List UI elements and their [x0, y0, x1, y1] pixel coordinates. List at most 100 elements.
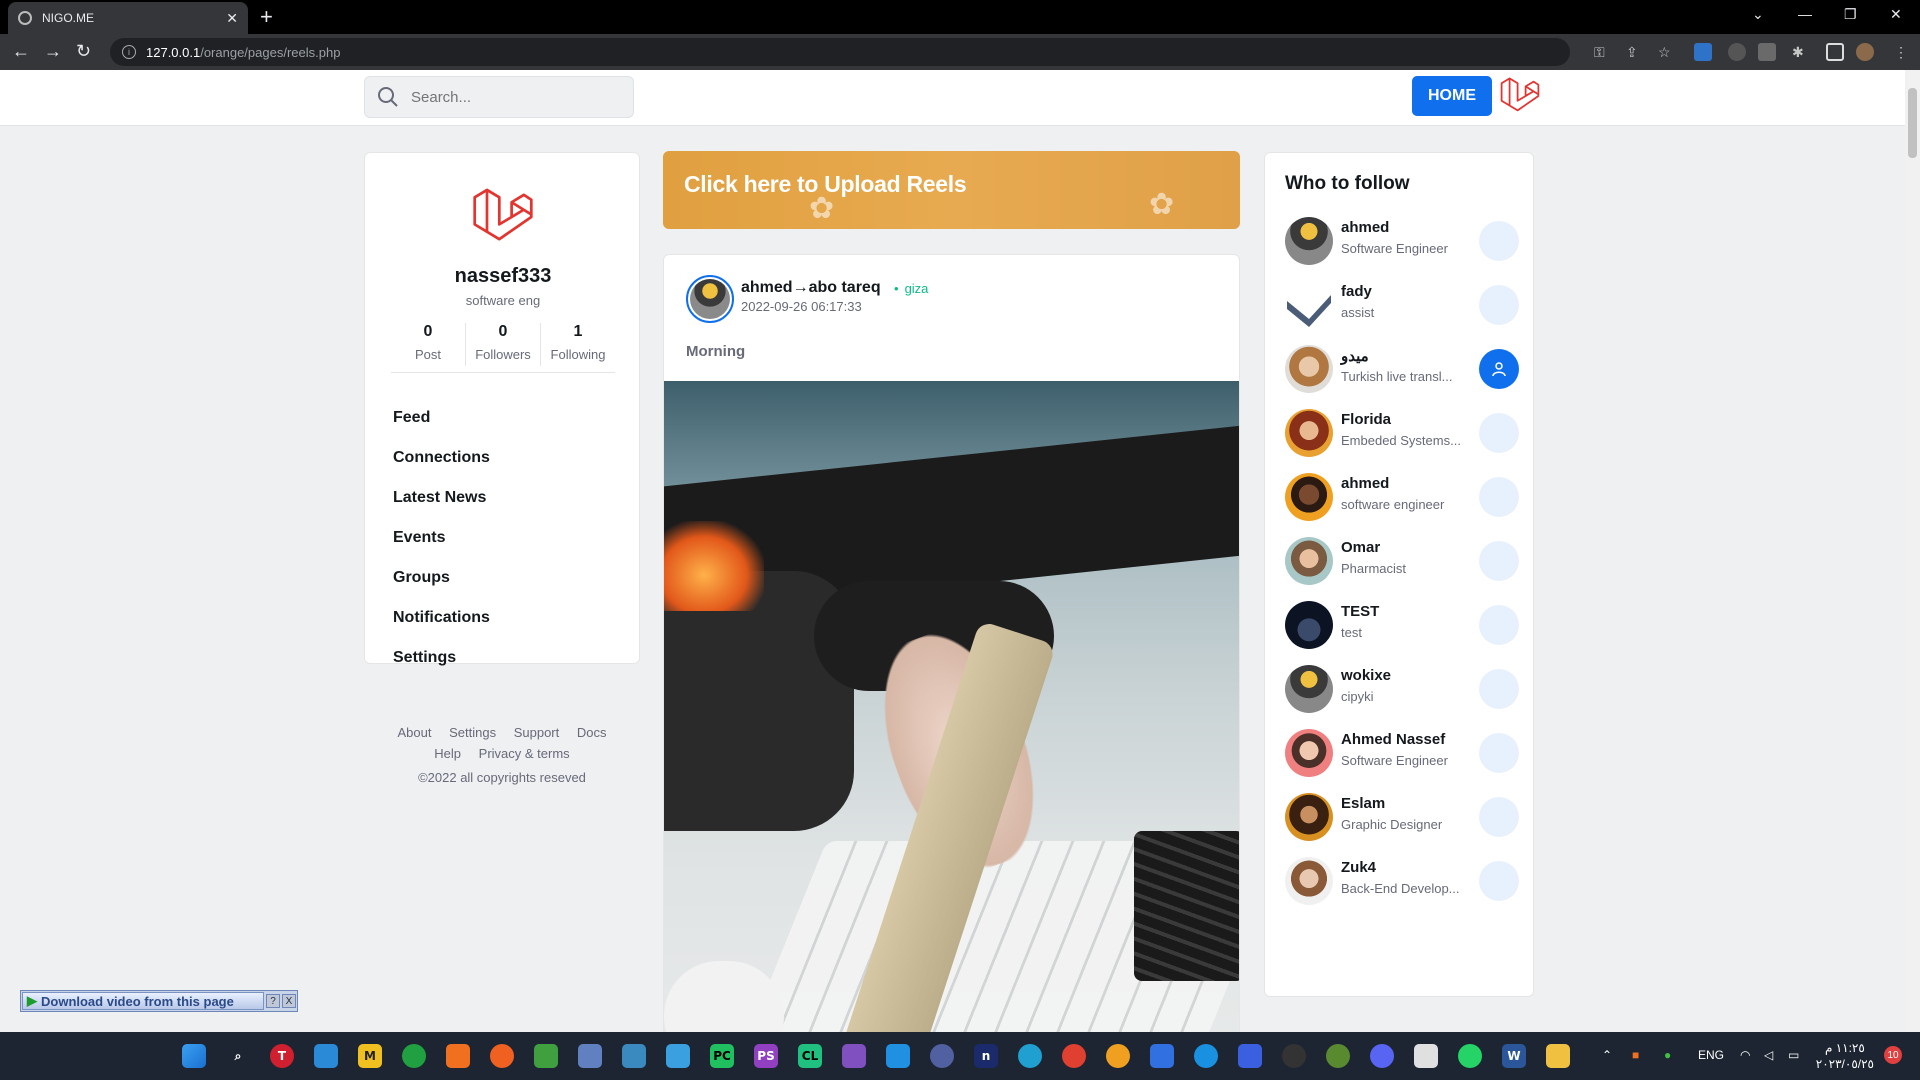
forward-icon[interactable]: →: [44, 41, 62, 62]
chrome-icon[interactable]: [1062, 1044, 1086, 1068]
follow-button[interactable]: [1479, 541, 1519, 581]
minimize-icon[interactable]: —: [1798, 6, 1812, 22]
visual-studio-icon[interactable]: [842, 1044, 866, 1068]
follow-name[interactable]: Omar: [1341, 539, 1380, 556]
clion-icon[interactable]: CL: [798, 1044, 822, 1068]
sidebar-item-feed[interactable]: Feed: [393, 408, 490, 448]
avatar[interactable]: [1285, 537, 1333, 585]
follow-button[interactable]: [1479, 733, 1519, 773]
taskbar-clock[interactable]: ١١:٢٥ م ٢٠٢٣/٠٥/٢٥: [1816, 1040, 1874, 1072]
footer-link-privacy[interactable]: Privacy & terms: [479, 746, 570, 761]
app-icon[interactable]: [1282, 1044, 1306, 1068]
follow-button[interactable]: [1479, 413, 1519, 453]
home-button[interactable]: HOME: [1412, 76, 1492, 116]
tray-icon[interactable]: ●: [1664, 1048, 1671, 1062]
omnibox[interactable]: i 127.0.0.1/orange/pages/reels.php: [110, 38, 1570, 66]
wifi-icon[interactable]: ◠: [1740, 1048, 1750, 1062]
footer-link-about[interactable]: About: [397, 725, 431, 740]
reload-icon[interactable]: ↻: [76, 41, 91, 62]
app-icon[interactable]: [1106, 1044, 1130, 1068]
app-icon[interactable]: [1414, 1044, 1438, 1068]
pycharm-icon[interactable]: PC: [710, 1044, 734, 1068]
following-button[interactable]: [1479, 349, 1519, 389]
follow-name[interactable]: ahmed: [1341, 475, 1389, 492]
follow-name[interactable]: TEST: [1341, 603, 1379, 620]
app-icon[interactable]: [314, 1044, 338, 1068]
follow-name[interactable]: ميدو: [1341, 347, 1369, 365]
extension-icon[interactable]: [1758, 43, 1776, 61]
follow-button[interactable]: [1479, 669, 1519, 709]
app-icon[interactable]: [1326, 1044, 1350, 1068]
follow-name[interactable]: Zuk4: [1341, 859, 1376, 876]
app-icon[interactable]: [1150, 1044, 1174, 1068]
sidebar-item-connections[interactable]: Connections: [393, 448, 490, 488]
app-icon[interactable]: [534, 1044, 558, 1068]
app-icon[interactable]: [402, 1044, 426, 1068]
volume-icon[interactable]: ◁: [1764, 1048, 1773, 1062]
key-icon[interactable]: ⚿: [1594, 44, 1605, 61]
restore-icon[interactable]: ❐: [1844, 6, 1857, 23]
site-info-icon[interactable]: i: [122, 45, 136, 59]
footer-link-help[interactable]: Help: [434, 746, 461, 761]
avatar[interactable]: [686, 275, 734, 323]
whatsapp-icon[interactable]: [1458, 1044, 1482, 1068]
window-close-icon[interactable]: ✕: [1890, 6, 1902, 23]
footer-link-docs[interactable]: Docs: [577, 725, 607, 740]
tray-icon[interactable]: ■: [1632, 1048, 1639, 1062]
edge-icon[interactable]: [1018, 1044, 1042, 1068]
follow-button[interactable]: [1479, 797, 1519, 837]
app-icon[interactable]: [622, 1044, 646, 1068]
new-tab-icon[interactable]: +: [260, 4, 273, 30]
follow-button[interactable]: [1479, 477, 1519, 517]
sidebar-item-settings[interactable]: Settings: [393, 648, 490, 688]
avatar[interactable]: [1285, 473, 1333, 521]
puzzle-icon[interactable]: ✱: [1792, 44, 1804, 61]
back-icon[interactable]: ←: [12, 41, 30, 62]
extension-icon[interactable]: [1694, 43, 1712, 61]
share-icon[interactable]: ⇪: [1626, 44, 1638, 61]
folder-icon[interactable]: [1546, 1044, 1570, 1068]
laravel-logo-icon[interactable]: [1500, 75, 1540, 122]
app-icon[interactable]: M: [358, 1044, 382, 1068]
footer-link-support[interactable]: Support: [514, 725, 560, 740]
language-indicator[interactable]: ENG: [1698, 1048, 1724, 1062]
avatar[interactable]: [1285, 345, 1333, 393]
app-icon[interactable]: T: [270, 1044, 294, 1068]
avatar[interactable]: [1285, 665, 1333, 713]
word-icon[interactable]: W: [1502, 1044, 1526, 1068]
profile-avatar[interactable]: [1856, 43, 1874, 61]
phpstorm-icon[interactable]: PS: [754, 1044, 778, 1068]
search-icon[interactable]: ⌕: [226, 1044, 250, 1068]
page-scrollbar[interactable]: [1905, 70, 1920, 1032]
avatar[interactable]: [1285, 281, 1333, 329]
app-icon[interactable]: [666, 1044, 690, 1068]
sidebar-item-events[interactable]: Events: [393, 528, 490, 568]
app-icon[interactable]: [578, 1044, 602, 1068]
battery-icon[interactable]: ▭: [1788, 1048, 1799, 1062]
bookmark-star-icon[interactable]: ☆: [1658, 44, 1671, 61]
kebab-menu-icon[interactable]: ⋮: [1894, 44, 1908, 61]
follow-name[interactable]: wokixe: [1341, 667, 1391, 684]
app-icon[interactable]: [930, 1044, 954, 1068]
follow-name[interactable]: ahmed: [1341, 219, 1389, 236]
download-video-button[interactable]: ▶ Download video from this page: [22, 992, 264, 1010]
follow-button[interactable]: [1479, 285, 1519, 325]
avatar[interactable]: [1285, 793, 1333, 841]
tab-search-icon[interactable]: ⌄: [1752, 6, 1764, 23]
profile-name[interactable]: nassef333: [365, 265, 641, 288]
discord-icon[interactable]: [1370, 1044, 1394, 1068]
app-icon[interactable]: [1238, 1044, 1262, 1068]
notification-badge[interactable]: 10: [1884, 1046, 1902, 1064]
app-icon[interactable]: n: [974, 1044, 998, 1068]
sidebar-item-latest-news[interactable]: Latest News: [393, 488, 490, 528]
avatar[interactable]: [1285, 409, 1333, 457]
avatar[interactable]: [1285, 729, 1333, 777]
reel-video[interactable]: [664, 381, 1239, 1032]
avatar[interactable]: [1285, 857, 1333, 905]
follow-name[interactable]: Ahmed Nassef: [1341, 731, 1445, 748]
side-panel-icon[interactable]: [1826, 43, 1844, 61]
post-author[interactable]: ahmed→abo tareq: [741, 279, 881, 297]
vscode-icon[interactable]: [886, 1044, 910, 1068]
sidebar-item-notifications[interactable]: Notifications: [393, 608, 490, 648]
follow-name[interactable]: Eslam: [1341, 795, 1385, 812]
